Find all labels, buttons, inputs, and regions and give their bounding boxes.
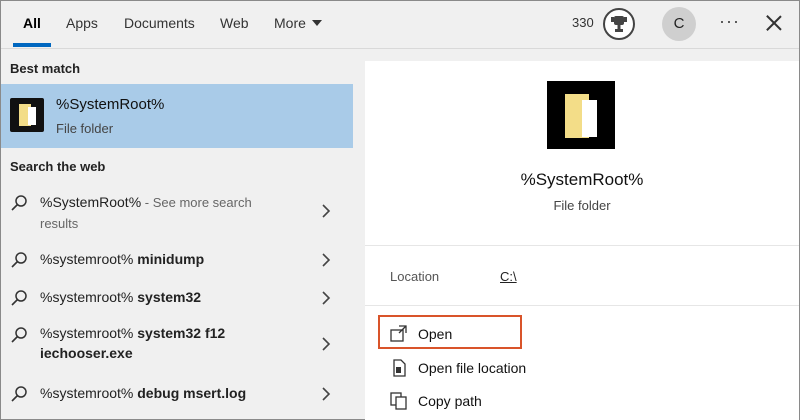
file-location-icon xyxy=(393,359,406,377)
folder-icon xyxy=(10,98,44,132)
tab-web[interactable]: Web xyxy=(220,1,249,47)
web-result-item[interactable]: %systemroot% system32 f12 iechooser.exe xyxy=(1,321,353,369)
web-result-item[interactable]: %SystemRoot% - See more search results xyxy=(1,187,353,235)
chevron-right-icon xyxy=(322,291,331,305)
open-label: Open xyxy=(418,326,453,342)
tab-documents[interactable]: Documents xyxy=(124,1,195,47)
search-icon xyxy=(11,252,27,268)
open-file-location-label: Open file location xyxy=(418,360,527,376)
search-window: All Apps Documents Web More 330 C ··· Be… xyxy=(0,0,800,420)
preview-title: %SystemRoot% xyxy=(520,170,644,189)
active-tab-indicator xyxy=(13,43,51,47)
chevron-right-icon xyxy=(322,204,331,218)
web-result-item[interactable]: %systemroot% minidump xyxy=(1,247,353,273)
chevron-right-icon xyxy=(322,387,331,401)
rewards-points: 330 xyxy=(572,15,594,30)
location-link[interactable]: C:\ xyxy=(500,269,517,284)
tab-all[interactable]: All xyxy=(23,1,41,47)
best-match-item[interactable]: %SystemRoot% File folder xyxy=(1,84,353,148)
chevron-right-icon xyxy=(322,253,331,267)
open-action[interactable]: Open xyxy=(390,321,510,349)
search-tabs-bar: All Apps Documents Web More 330 C ··· xyxy=(1,1,799,49)
divider xyxy=(365,305,799,306)
best-match-heading: Best match xyxy=(10,61,81,76)
web-result-text: %SystemRoot% - See more search results xyxy=(40,194,252,231)
web-result-item[interactable]: %systemroot% system32 xyxy=(1,285,353,311)
search-icon xyxy=(11,195,27,211)
web-result-text: %systemroot% debug msert.log xyxy=(40,385,247,401)
search-icon xyxy=(11,386,27,402)
best-match-title: %SystemRoot% xyxy=(56,96,165,113)
folder-icon xyxy=(547,81,615,149)
close-icon[interactable] xyxy=(764,13,784,33)
open-file-location-action[interactable]: Open file location xyxy=(390,355,550,383)
rewards-trophy-icon[interactable] xyxy=(603,8,635,40)
avatar[interactable]: C xyxy=(662,7,696,41)
search-web-heading: Search the web xyxy=(10,159,106,174)
copy-icon xyxy=(390,392,407,410)
copy-path-label: Copy path xyxy=(418,393,482,409)
chevron-right-icon xyxy=(322,337,331,351)
tab-more[interactable]: More xyxy=(274,1,322,47)
search-icon xyxy=(11,290,27,306)
location-label: Location xyxy=(390,269,440,284)
open-icon xyxy=(390,325,407,342)
search-icon xyxy=(11,327,27,343)
web-result-item[interactable]: %systemroot% debug msert.log xyxy=(1,381,353,407)
chevron-down-icon xyxy=(311,20,322,27)
preview-pane: %SystemRoot% File folder Location C:\ Op… xyxy=(365,61,799,420)
divider xyxy=(365,245,799,246)
best-match-subtitle: File folder xyxy=(56,121,114,136)
preview-subtitle: File folder xyxy=(553,198,611,213)
web-result-text: %systemroot% system32 f12 iechooser.exe xyxy=(40,325,226,361)
tab-apps[interactable]: Apps xyxy=(66,1,98,47)
results-pane: Best match %SystemRoot% File folder Sear… xyxy=(1,49,357,420)
tab-more-label: More xyxy=(274,15,306,31)
web-result-text: %systemroot% minidump xyxy=(40,251,205,267)
more-options-icon[interactable]: ··· xyxy=(719,11,740,32)
copy-path-action[interactable]: Copy path xyxy=(390,388,510,416)
web-result-text: %systemroot% system32 xyxy=(40,289,202,305)
